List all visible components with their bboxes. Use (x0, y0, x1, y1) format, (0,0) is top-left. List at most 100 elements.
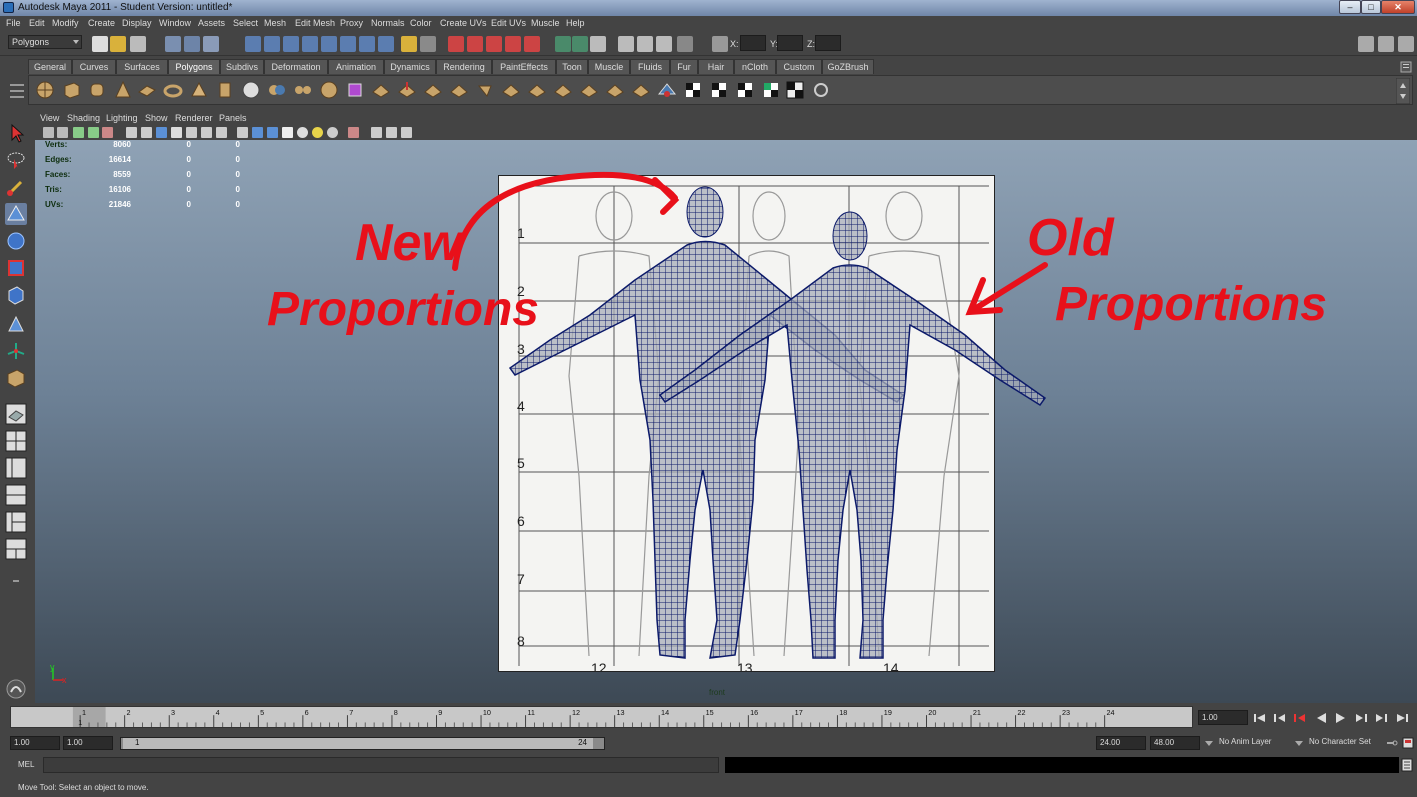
front-viewport[interactable]: Verts: 8060 0 0 Edges: 16614 0 0 Faces: … (35, 140, 1417, 703)
tab-animation[interactable]: Animation (328, 59, 384, 74)
smooth-icon[interactable] (319, 80, 339, 100)
close-button[interactable]: ✕ (1381, 0, 1415, 14)
xray-joints-icon[interactable] (386, 127, 397, 138)
show-manipulator-icon[interactable] (5, 340, 27, 362)
grid-toggle-icon[interactable] (102, 127, 113, 138)
bevel-icon[interactable] (553, 80, 573, 100)
select-by-vertex-icon[interactable] (264, 36, 280, 52)
character-set-dropdown[interactable]: No Character Set (1306, 736, 1384, 750)
panel-menu-lighting[interactable]: Lighting (106, 113, 138, 123)
split-polygon-icon[interactable] (475, 80, 495, 100)
cylindrical-mapping-icon[interactable] (709, 80, 729, 100)
open-scene-icon[interactable] (110, 36, 126, 52)
extrude-icon[interactable] (397, 80, 417, 100)
select-tool-icon[interactable] (5, 122, 27, 144)
menu-create-uvs[interactable]: Create UVs (440, 18, 487, 28)
command-input[interactable] (43, 757, 719, 773)
render-frame-icon[interactable] (637, 36, 653, 52)
maximize-button[interactable]: □ (1361, 0, 1381, 14)
tab-polygons[interactable]: Polygons (168, 59, 220, 74)
menu-file[interactable]: File (6, 18, 21, 28)
four-view-layout-icon[interactable] (5, 430, 27, 452)
reduce-icon[interactable] (345, 80, 365, 100)
menu-select[interactable]: Select (233, 18, 258, 28)
select-by-edge-icon[interactable] (283, 36, 299, 52)
tab-custom[interactable]: Custom (776, 59, 822, 74)
menu-edit[interactable]: Edit (29, 18, 45, 28)
quick-layout-icon[interactable] (5, 678, 27, 700)
gate-mask-icon[interactable] (156, 127, 167, 138)
spherical-mapping-icon[interactable] (735, 80, 755, 100)
insert-edge-loop-icon[interactable] (501, 80, 521, 100)
film-gate-icon[interactable] (126, 127, 137, 138)
render-view-icon[interactable] (618, 36, 634, 52)
script-editor-icon[interactable] (1401, 758, 1413, 772)
snap-grid-icon[interactable] (448, 36, 464, 52)
menu-set-dropdown[interactable]: Polygons (8, 35, 82, 49)
custom-layout-icon[interactable] (5, 538, 27, 560)
gozbrush-icon[interactable] (811, 80, 831, 100)
poly-cube-icon[interactable] (62, 80, 82, 100)
tab-rendering[interactable]: Rendering (436, 59, 492, 74)
separate-icon[interactable] (293, 80, 313, 100)
output-ops-icon[interactable] (572, 36, 588, 52)
rotate-tool-icon[interactable] (5, 230, 27, 252)
time-slider[interactable]: 1 2 3 4 5 6 7 8 9 10 11 12 13 14 15 16 17 18 19 20 21 22 23 241 (10, 706, 1193, 728)
resolution-gate-icon[interactable] (141, 127, 152, 138)
key-icon[interactable] (1386, 738, 1398, 748)
help-select-icon[interactable] (378, 36, 394, 52)
lasso-tool-icon[interactable] (5, 149, 27, 171)
poke-face-icon[interactable] (605, 80, 625, 100)
end-time-field[interactable]: 48.00 (1150, 736, 1200, 750)
select-by-face-icon[interactable] (302, 36, 318, 52)
go-to-end-icon[interactable] (1395, 712, 1409, 724)
single-perspective-layout-icon[interactable] (5, 403, 27, 425)
menu-help[interactable]: Help (566, 18, 585, 28)
transform-input-icon[interactable] (712, 36, 728, 52)
xray-components-icon[interactable] (401, 127, 412, 138)
persp-outliner-layout-icon[interactable] (5, 457, 27, 479)
new-scene-icon[interactable] (92, 36, 108, 52)
tool-settings-icon[interactable] (1378, 36, 1394, 52)
anim-layer-dropdown[interactable]: No Anim Layer (1216, 736, 1292, 750)
menu-edit-uvs[interactable]: Edit UVs (491, 18, 526, 28)
poly-pipe-icon[interactable] (215, 80, 235, 100)
merge-vertices-icon[interactable] (631, 80, 651, 100)
tab-painteffects[interactable]: PaintEffects (492, 59, 556, 74)
wireframe-icon[interactable] (237, 127, 248, 138)
poly-plane-icon[interactable] (137, 80, 157, 100)
textured-icon[interactable] (282, 127, 293, 138)
wedge-face-icon[interactable] (579, 80, 599, 100)
range-slider-handle[interactable]: 1 24 (123, 738, 593, 749)
tab-toon[interactable]: Toon (556, 59, 588, 74)
tab-ncloth[interactable]: nCloth (734, 59, 776, 74)
command-language-label[interactable]: MEL (18, 760, 34, 769)
range-slider-track[interactable]: 1 24 (120, 737, 605, 750)
x-input[interactable] (740, 35, 766, 51)
menu-edit-mesh[interactable]: Edit Mesh (295, 18, 335, 28)
current-frame-field[interactable]: 1.00 (1198, 710, 1248, 725)
persp-graph-layout-icon[interactable] (5, 484, 27, 506)
shelf-grip-icon[interactable] (8, 78, 26, 104)
attribute-editor-icon[interactable] (1358, 36, 1374, 52)
menu-normals[interactable]: Normals (371, 18, 405, 28)
construction-history-icon[interactable] (590, 36, 606, 52)
select-camera-icon[interactable] (43, 127, 54, 138)
menu-window[interactable]: Window (159, 18, 191, 28)
channel-box-icon[interactable] (1398, 36, 1414, 52)
manipulator-tool-icon[interactable] (5, 284, 27, 306)
use-default-light-icon[interactable] (297, 127, 308, 138)
select-hierarchy-icon[interactable] (165, 36, 181, 52)
lock-selection-icon[interactable] (401, 36, 417, 52)
tab-gozbrush[interactable]: GoZBrush (822, 59, 874, 74)
step-back-frame-icon[interactable] (1293, 712, 1307, 724)
minimize-button[interactable]: – (1339, 0, 1361, 14)
shadows-icon[interactable] (327, 127, 338, 138)
input-ops-icon[interactable] (555, 36, 571, 52)
planar-mapping-icon[interactable] (683, 80, 703, 100)
bridge-icon[interactable] (423, 80, 443, 100)
step-forward-frame-icon[interactable] (1354, 712, 1368, 724)
step-back-key-icon[interactable] (1273, 712, 1287, 724)
step-forward-key-icon[interactable] (1374, 712, 1388, 724)
panel-menu-shading[interactable]: Shading (67, 113, 100, 123)
